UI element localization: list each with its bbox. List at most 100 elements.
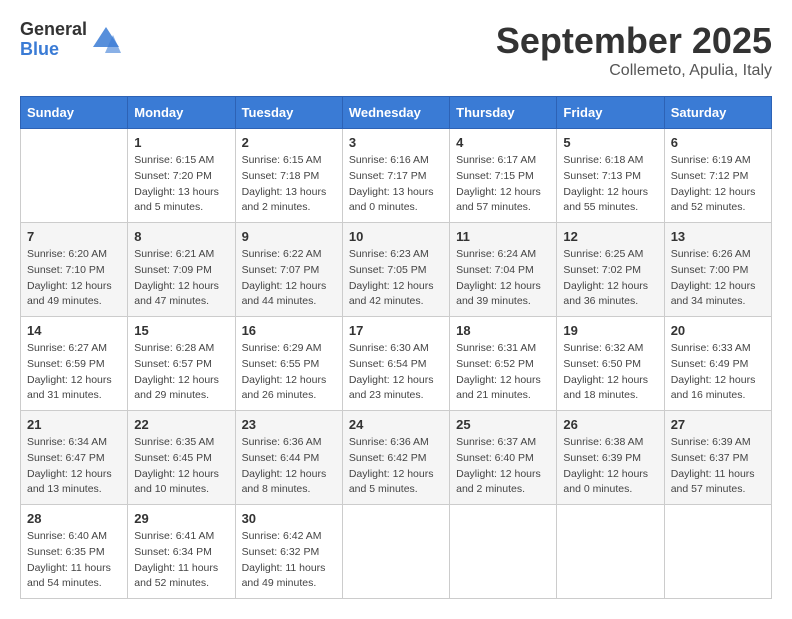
day-number: 14 xyxy=(27,323,121,338)
week-row-5: 28 Sunrise: 6:40 AMSunset: 6:35 PMDayligh… xyxy=(21,505,772,599)
day-info: Sunrise: 6:23 AMSunset: 7:05 PMDaylight:… xyxy=(349,247,443,310)
day-cell: 10 Sunrise: 6:23 AMSunset: 7:05 PMDayligh… xyxy=(342,223,449,317)
day-number: 5 xyxy=(563,135,657,150)
day-cell xyxy=(450,505,557,599)
calendar-table: SundayMondayTuesdayWednesdayThursdayFrid… xyxy=(20,96,772,599)
month-title: September 2025 xyxy=(496,20,772,62)
day-number: 13 xyxy=(671,229,765,244)
day-number: 19 xyxy=(563,323,657,338)
calendar-body: 1 Sunrise: 6:15 AMSunset: 7:20 PMDaylight… xyxy=(21,129,772,599)
logo-blue: Blue xyxy=(20,40,87,60)
day-cell: 21 Sunrise: 6:34 AMSunset: 6:47 PMDayligh… xyxy=(21,411,128,505)
day-info: Sunrise: 6:27 AMSunset: 6:59 PMDaylight:… xyxy=(27,341,121,404)
day-number: 3 xyxy=(349,135,443,150)
header-friday: Friday xyxy=(557,97,664,129)
day-number: 20 xyxy=(671,323,765,338)
day-cell: 19Sunrise: 6:32 AMSunset: 6:50 PMDayligh… xyxy=(557,317,664,411)
day-cell xyxy=(342,505,449,599)
day-number: 8 xyxy=(134,229,228,244)
week-row-2: 7Sunrise: 6:20 AMSunset: 7:10 PMDaylight… xyxy=(21,223,772,317)
day-info: Sunrise: 6:28 AMSunset: 6:57 PMDaylight:… xyxy=(134,341,228,404)
day-number: 26 xyxy=(563,417,657,432)
title-block: September 2025 Collemeto, Apulia, Italy xyxy=(496,20,772,80)
day-cell: 24 Sunrise: 6:36 AMSunset: 6:42 PMDayligh… xyxy=(342,411,449,505)
day-number: 21 xyxy=(27,417,121,432)
day-cell: 3 Sunrise: 6:16 AMSunset: 7:17 PMDaylight… xyxy=(342,129,449,223)
day-number: 30 xyxy=(242,511,336,526)
day-number: 15 xyxy=(134,323,228,338)
day-info: Sunrise: 6:16 AMSunset: 7:17 PMDaylight:… xyxy=(349,153,443,216)
day-number: 2 xyxy=(242,135,336,150)
day-cell: 18Sunrise: 6:31 AMSunset: 6:52 PMDayligh… xyxy=(450,317,557,411)
day-cell: 11 Sunrise: 6:24 AMSunset: 7:04 PMDayligh… xyxy=(450,223,557,317)
day-number: 7 xyxy=(27,229,121,244)
day-cell: 22Sunrise: 6:35 AMSunset: 6:45 PMDayligh… xyxy=(128,411,235,505)
calendar-header: SundayMondayTuesdayWednesdayThursdayFrid… xyxy=(21,97,772,129)
day-cell: 26Sunrise: 6:38 AMSunset: 6:39 PMDayligh… xyxy=(557,411,664,505)
day-info: Sunrise: 6:15 AMSunset: 7:18 PMDaylight:… xyxy=(242,153,336,216)
day-cell: 8Sunrise: 6:21 AMSunset: 7:09 PMDaylight… xyxy=(128,223,235,317)
day-number: 27 xyxy=(671,417,765,432)
day-info: Sunrise: 6:36 AMSunset: 6:42 PMDaylight:… xyxy=(349,435,443,498)
day-info: Sunrise: 6:18 AMSunset: 7:13 PMDaylight:… xyxy=(563,153,657,216)
day-info: Sunrise: 6:29 AMSunset: 6:55 PMDaylight:… xyxy=(242,341,336,404)
header-tuesday: Tuesday xyxy=(235,97,342,129)
day-number: 24 xyxy=(349,417,443,432)
week-row-3: 14 Sunrise: 6:27 AMSunset: 6:59 PMDayligh… xyxy=(21,317,772,411)
day-cell: 9 Sunrise: 6:22 AMSunset: 7:07 PMDaylight… xyxy=(235,223,342,317)
header-monday: Monday xyxy=(128,97,235,129)
day-number: 1 xyxy=(134,135,228,150)
day-info: Sunrise: 6:41 AMSunset: 6:34 PMDaylight:… xyxy=(134,529,228,592)
day-cell: 15 Sunrise: 6:28 AMSunset: 6:57 PMDayligh… xyxy=(128,317,235,411)
header-row: SundayMondayTuesdayWednesdayThursdayFrid… xyxy=(21,97,772,129)
day-number: 16 xyxy=(242,323,336,338)
day-info: Sunrise: 6:24 AMSunset: 7:04 PMDaylight:… xyxy=(456,247,550,310)
week-row-4: 21 Sunrise: 6:34 AMSunset: 6:47 PMDayligh… xyxy=(21,411,772,505)
header-saturday: Saturday xyxy=(664,97,771,129)
day-cell: 6 Sunrise: 6:19 AMSunset: 7:12 PMDaylight… xyxy=(664,129,771,223)
day-cell: 16 Sunrise: 6:29 AMSunset: 6:55 PMDayligh… xyxy=(235,317,342,411)
day-cell: 13Sunrise: 6:26 AMSunset: 7:00 PMDayligh… xyxy=(664,223,771,317)
day-cell: 28 Sunrise: 6:40 AMSunset: 6:35 PMDayligh… xyxy=(21,505,128,599)
day-cell: 12Sunrise: 6:25 AMSunset: 7:02 PMDayligh… xyxy=(557,223,664,317)
day-cell xyxy=(557,505,664,599)
day-info: Sunrise: 6:33 AMSunset: 6:49 PMDaylight:… xyxy=(671,341,765,404)
day-info: Sunrise: 6:39 AMSunset: 6:37 PMDaylight:… xyxy=(671,435,765,498)
day-cell: 20 Sunrise: 6:33 AMSunset: 6:49 PMDayligh… xyxy=(664,317,771,411)
day-cell: 14 Sunrise: 6:27 AMSunset: 6:59 PMDayligh… xyxy=(21,317,128,411)
logo-general: General xyxy=(20,20,87,40)
day-number: 6 xyxy=(671,135,765,150)
day-number: 12 xyxy=(563,229,657,244)
day-info: Sunrise: 6:22 AMSunset: 7:07 PMDaylight:… xyxy=(242,247,336,310)
day-info: Sunrise: 6:42 AMSunset: 6:32 PMDaylight:… xyxy=(242,529,336,592)
day-number: 11 xyxy=(456,229,550,244)
day-cell xyxy=(664,505,771,599)
day-info: Sunrise: 6:36 AMSunset: 6:44 PMDaylight:… xyxy=(242,435,336,498)
day-number: 17 xyxy=(349,323,443,338)
day-cell: 7Sunrise: 6:20 AMSunset: 7:10 PMDaylight… xyxy=(21,223,128,317)
day-cell: 29 Sunrise: 6:41 AMSunset: 6:34 PMDayligh… xyxy=(128,505,235,599)
day-cell: 30 Sunrise: 6:42 AMSunset: 6:32 PMDayligh… xyxy=(235,505,342,599)
day-info: Sunrise: 6:34 AMSunset: 6:47 PMDaylight:… xyxy=(27,435,121,498)
day-info: Sunrise: 6:15 AMSunset: 7:20 PMDaylight:… xyxy=(134,153,228,216)
day-info: Sunrise: 6:35 AMSunset: 6:45 PMDaylight:… xyxy=(134,435,228,498)
day-number: 23 xyxy=(242,417,336,432)
day-number: 28 xyxy=(27,511,121,526)
day-info: Sunrise: 6:30 AMSunset: 6:54 PMDaylight:… xyxy=(349,341,443,404)
header-sunday: Sunday xyxy=(21,97,128,129)
day-info: Sunrise: 6:40 AMSunset: 6:35 PMDaylight:… xyxy=(27,529,121,592)
day-cell: 27 Sunrise: 6:39 AMSunset: 6:37 PMDayligh… xyxy=(664,411,771,505)
day-number: 25 xyxy=(456,417,550,432)
day-number: 29 xyxy=(134,511,228,526)
day-number: 10 xyxy=(349,229,443,244)
header-thursday: Thursday xyxy=(450,97,557,129)
page-header: General Blue September 2025 Collemeto, A… xyxy=(20,20,772,80)
day-info: Sunrise: 6:19 AMSunset: 7:12 PMDaylight:… xyxy=(671,153,765,216)
week-row-1: 1 Sunrise: 6:15 AMSunset: 7:20 PMDaylight… xyxy=(21,129,772,223)
day-cell: 17 Sunrise: 6:30 AMSunset: 6:54 PMDayligh… xyxy=(342,317,449,411)
day-cell: 4Sunrise: 6:17 AMSunset: 7:15 PMDaylight… xyxy=(450,129,557,223)
day-cell: 5 Sunrise: 6:18 AMSunset: 7:13 PMDaylight… xyxy=(557,129,664,223)
header-wednesday: Wednesday xyxy=(342,97,449,129)
day-cell: 1 Sunrise: 6:15 AMSunset: 7:20 PMDaylight… xyxy=(128,129,235,223)
day-number: 9 xyxy=(242,229,336,244)
